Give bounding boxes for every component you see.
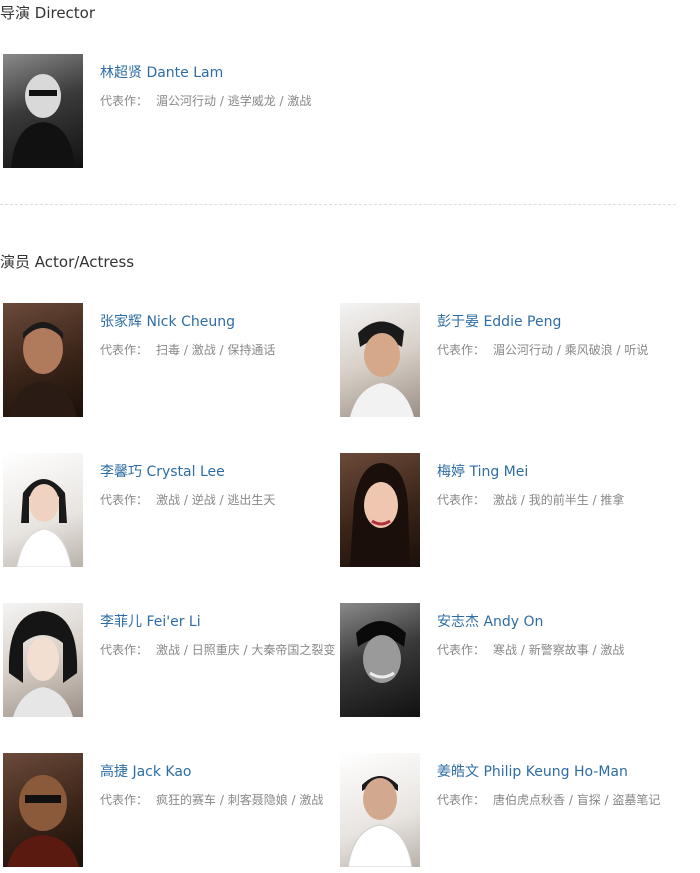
works-list: 扫毒 / 激战 / 保持通话: [156, 343, 276, 357]
actor-card: 安志杰 Andy On 代表作： 寒战 / 新警察故事 / 激战: [337, 603, 673, 719]
actor-photo[interactable]: [340, 303, 420, 417]
works-label: 代表作：: [100, 493, 149, 507]
actor-photo[interactable]: [340, 603, 420, 717]
portrait-image: [8, 611, 78, 717]
actor-photo[interactable]: [3, 303, 83, 417]
actor-card: 张家辉 Nick Cheung 代表作： 扫毒 / 激战 / 保持通话: [0, 303, 336, 419]
works-label: 代表作：: [100, 343, 149, 357]
portrait-image: [7, 775, 79, 867]
actor-name[interactable]: 李菲儿 Fei'er Li: [100, 611, 201, 631]
actor-photo[interactable]: [340, 453, 420, 567]
actor-name[interactable]: 李馨巧 Crystal Lee: [100, 461, 225, 481]
director-section-title: 导演 Director: [0, 4, 96, 22]
actor-photo[interactable]: [340, 753, 420, 867]
director-name[interactable]: 林超贤 Dante Lam: [100, 62, 223, 82]
works-list: 激战 / 逆战 / 逃出生天: [156, 493, 276, 507]
actor-name[interactable]: 张家辉 Nick Cheung: [100, 311, 235, 331]
works-label: 代表作：: [437, 493, 486, 507]
works-list: 激战 / 我的前半生 / 推拿: [493, 493, 625, 507]
director-photo[interactable]: [3, 54, 83, 168]
director-card: 林超贤 Dante Lam 代表作： 湄公河行动 / 逃学威龙 / 激战: [0, 54, 336, 170]
portrait-image: [356, 621, 406, 683]
portrait-image: [9, 322, 77, 417]
actor-works: 代表作： 激战 / 我的前半生 / 推拿: [437, 490, 673, 511]
director-works: 代表作： 湄公河行动 / 逃学威龙 / 激战: [100, 91, 336, 112]
actor-card: 姜皓文 Philip Keung Ho-Man 代表作： 唐伯虎点秋香 / 盲探 …: [337, 753, 673, 869]
works-list: 激战 / 日照重庆 / 大秦帝国之裂变: [156, 643, 336, 657]
portrait-image: [350, 463, 410, 567]
actor-name[interactable]: 高捷 Jack Kao: [100, 761, 192, 781]
works-label: 代表作：: [100, 643, 149, 657]
works-list: 湄公河行动 / 逃学威龙 / 激战: [156, 94, 312, 108]
works-list: 唐伯虎点秋香 / 盲探 / 盗墓笔记: [493, 793, 661, 807]
actor-works: 代表作： 湄公河行动 / 乘风破浪 / 听说: [437, 340, 673, 361]
actor-card: 李菲儿 Fei'er Li 代表作： 激战 / 日照重庆 / 大秦帝国之裂变: [0, 603, 336, 719]
works-list: 湄公河行动 / 乘风破浪 / 听说: [493, 343, 649, 357]
works-label: 代表作：: [437, 643, 486, 657]
actor-name[interactable]: 梅婷 Ting Mei: [437, 461, 528, 481]
works-list: 寒战 / 新警察故事 / 激战: [493, 643, 625, 657]
works-label: 代表作：: [437, 343, 486, 357]
actor-card: 高捷 Jack Kao 代表作： 疯狂的赛车 / 刺客聂隐娘 / 激战: [0, 753, 336, 869]
works-label: 代表作：: [100, 793, 149, 807]
actor-photo[interactable]: [3, 603, 83, 717]
actor-works: 代表作： 激战 / 日照重庆 / 大秦帝国之裂变: [100, 640, 336, 661]
actor-card: 梅婷 Ting Mei 代表作： 激战 / 我的前半生 / 推拿: [337, 453, 673, 569]
actor-photo[interactable]: [3, 453, 83, 567]
actor-name[interactable]: 姜皓文 Philip Keung Ho-Man: [437, 761, 628, 781]
actor-works: 代表作： 唐伯虎点秋香 / 盲探 / 盗墓笔记: [437, 790, 673, 811]
actor-section-title: 演员 Actor/Actress: [0, 253, 135, 271]
actor-works: 代表作： 疯狂的赛车 / 刺客聂隐娘 / 激战: [100, 790, 336, 811]
actor-card: 彭于晏 Eddie Peng 代表作： 湄公河行动 / 乘风破浪 / 听说: [337, 303, 673, 419]
works-label: 代表作：: [437, 793, 486, 807]
portrait-image: [347, 776, 413, 867]
actor-works: 代表作： 寒战 / 新警察故事 / 激战: [437, 640, 673, 661]
actor-works: 代表作： 激战 / 逆战 / 逃出生天: [100, 490, 336, 511]
portrait-image: [350, 321, 414, 417]
actor-photo[interactable]: [3, 753, 83, 867]
works-label: 代表作：: [100, 94, 149, 108]
portrait-image: [16, 479, 72, 567]
portrait-image: [11, 74, 75, 168]
actor-card: 李馨巧 Crystal Lee 代表作： 激战 / 逆战 / 逃出生天: [0, 453, 336, 569]
actor-works: 代表作： 扫毒 / 激战 / 保持通话: [100, 340, 336, 361]
actor-name[interactable]: 安志杰 Andy On: [437, 611, 543, 631]
works-list: 疯狂的赛车 / 刺客聂隐娘 / 激战: [156, 793, 324, 807]
section-divider: [0, 204, 676, 205]
actor-name[interactable]: 彭于晏 Eddie Peng: [437, 311, 561, 331]
